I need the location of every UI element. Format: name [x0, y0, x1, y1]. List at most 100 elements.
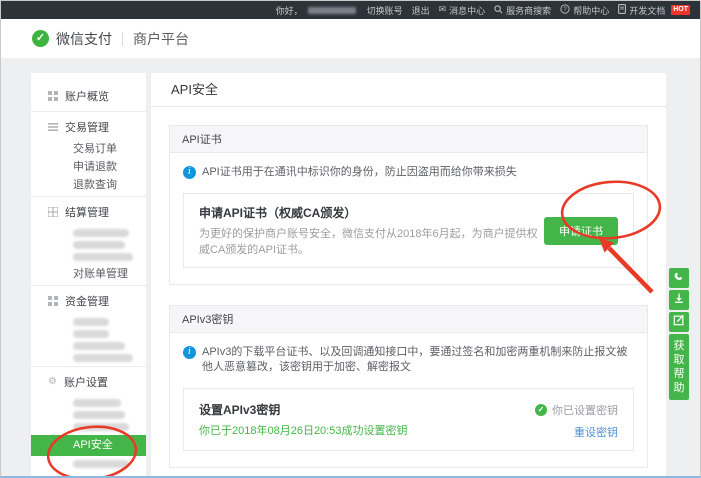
message-center-link[interactable]: ✉ 消息中心 [439, 4, 486, 17]
phone-icon [673, 269, 685, 287]
sp-search-label: 服务商搜索 [506, 4, 551, 17]
sidebar-item-redacted[interactable] [73, 229, 129, 237]
main-panel: API安全 API证书 i API证书用于在通讯中标识你的身份，防止因盗用而给你… [151, 73, 666, 476]
sidebar-group-settlement: 结算管理 对账单管理 [31, 196, 146, 283]
info-note: i API证书用于在通讯中标识你的身份，防止因盗用而给你带来损失 [183, 165, 634, 180]
sidebar-item-redacted[interactable] [73, 330, 109, 338]
reset-key-link[interactable]: 重设密钥 [535, 424, 618, 440]
info-text: API证书用于在通讯中标识你的身份，防止因盗用而给你带来损失 [202, 165, 517, 180]
account-number-redacted [308, 7, 356, 14]
help-center-link[interactable]: ? 帮助中心 [560, 4, 609, 17]
download-icon [673, 291, 685, 309]
section-header-api-cert: API证书 [169, 125, 648, 153]
sidebar-group-transactions: 交易管理 交易订单 申请退款 退款查询 [31, 111, 146, 194]
apply-cert-title: 申请API证书（权威CA颁发） [199, 204, 544, 221]
sidebar-item-account-overview[interactable]: 账户概览 [31, 83, 146, 109]
sidebar-item-statement-mgmt[interactable]: 对账单管理 [31, 265, 146, 283]
floating-help-bar: 获取帮助 [669, 268, 689, 400]
sidebar-group-label: 账户设置 [64, 374, 108, 390]
apiv3-key-status: ✓ 你已设置密钥 重设密钥 [535, 399, 618, 440]
info-icon: i [183, 166, 196, 179]
sidebar: 账户概览 交易管理 交易订单 申请退款 退款查询 [31, 73, 146, 476]
help-center-label: 帮助中心 [573, 4, 609, 17]
info-text: APIv3的下载平台证书、以及回调通知接口中，要通过签名和加密两重机制来防止报文… [202, 345, 634, 375]
message-center-label: 消息中心 [449, 4, 485, 17]
document-icon [618, 4, 626, 16]
sidebar-group-funds: 资金管理 [31, 285, 146, 362]
sidebar-item-redacted[interactable] [73, 411, 125, 419]
list-icon [48, 122, 58, 132]
search-icon [494, 5, 503, 16]
sidebar-group-label: 资金管理 [65, 293, 109, 309]
sidebar-item-account-settings[interactable]: ⚙ 账户设置 [31, 369, 146, 395]
sidebar-item-api-security[interactable]: API安全 [31, 435, 146, 456]
sidebar-group-account-settings: ⚙ 账户设置 API安全 [31, 366, 146, 468]
sidebar-item-apply-refund[interactable]: 申请退款 [31, 158, 146, 176]
section-apiv3-key: APIv3密钥 i APIv3的下载平台证书、以及回调通知接口中，要通过签名和加… [169, 305, 648, 468]
sidebar-item-trade-orders[interactable]: 交易订单 [31, 140, 146, 158]
grid-icon [48, 296, 58, 306]
topbar: 你好， 切换账号 退出 ✉ 消息中心 服务商搜索 ? 帮助中心 开发文档 HOT [1, 1, 700, 19]
sidebar-item-settlement-mgmt[interactable]: 结算管理 [31, 199, 146, 225]
edit-icon-button[interactable] [669, 312, 689, 332]
download-icon-button[interactable] [669, 290, 689, 310]
info-note: i APIv3的下载平台证书、以及回调通知接口中，要通过签名和加密两重机制来防止… [183, 345, 634, 375]
apply-cert-text: 申请API证书（权威CA颁发） 为更好的保护商户账号安全，微信支付从2018年6… [199, 204, 544, 257]
sidebar-group-label: 交易管理 [65, 119, 109, 135]
sidebar-item-redacted[interactable] [73, 423, 129, 431]
brand-title: 微信支付 [56, 29, 112, 49]
dev-docs-link[interactable]: 开发文档 HOT [618, 4, 690, 17]
grid-icon [48, 207, 58, 217]
sidebar-group-label: 结算管理 [65, 204, 109, 220]
apiv3-key-card: 设置APIv3密钥 你已于2018年08月26日20:53成功设置密钥 ✓ 你已… [183, 388, 634, 451]
edit-icon [673, 313, 685, 331]
logout-link[interactable]: 退出 [412, 4, 430, 17]
info-icon: i [183, 346, 196, 359]
brand-header: ✓ 微信支付 商户平台 [1, 19, 700, 58]
page-title: API安全 [151, 73, 666, 107]
svg-text:?: ? [563, 6, 567, 13]
switch-account-link[interactable]: 切换账号 [367, 4, 403, 17]
section-body-api-cert: i API证书用于在通讯中标识你的身份，防止因盗用而给你带来损失 申请API证书… [169, 153, 648, 285]
sidebar-item-redacted[interactable] [73, 241, 125, 249]
workspace: 账户概览 交易管理 交易订单 申请退款 退款查询 [1, 58, 700, 476]
gear-icon: ⚙ [48, 377, 57, 387]
sidebar-item-redacted[interactable] [73, 318, 109, 326]
section-header-apiv3-key: APIv3密钥 [169, 305, 648, 333]
apiv3-key-set-time: 你已于2018年08月26日20:53成功设置密钥 [199, 422, 407, 438]
mail-icon: ✉ [439, 5, 447, 15]
check-circle-icon: ✓ [535, 404, 547, 416]
wechat-pay-logo-icon: ✓ [32, 30, 49, 47]
sidebar-item-redacted[interactable] [73, 460, 129, 468]
status-badge-label: 你已设置密钥 [552, 402, 618, 418]
greeting-label: 你好， [276, 4, 303, 17]
dev-docs-label: 开发文档 [629, 4, 665, 17]
sidebar-item-transaction-mgmt[interactable]: 交易管理 [31, 114, 146, 140]
portal-title: 商户平台 [133, 29, 189, 49]
sidebar-item-redacted[interactable] [73, 399, 121, 407]
apply-cert-button[interactable]: 申请证书 [544, 217, 618, 245]
grid-icon [48, 91, 58, 101]
section-api-cert: API证书 i API证书用于在通讯中标识你的身份，防止因盗用而给你带来损失 申… [169, 125, 648, 285]
apiv3-key-text: 设置APIv3密钥 你已于2018年08月26日20:53成功设置密钥 [199, 401, 407, 438]
sp-search-link[interactable]: 服务商搜索 [494, 4, 551, 17]
apply-cert-card: 申请API证书（权威CA颁发） 为更好的保护商户账号安全，微信支付从2018年6… [183, 193, 634, 268]
hot-badge: HOT [671, 5, 690, 15]
question-icon: ? [560, 4, 570, 16]
sidebar-item-redacted[interactable] [73, 253, 133, 261]
get-help-button[interactable]: 获取帮助 [669, 334, 689, 400]
sidebar-group-account-overview: 账户概览 [31, 83, 146, 109]
sidebar-item-refund-query[interactable]: 退款查询 [31, 176, 146, 194]
sidebar-item-redacted[interactable] [73, 342, 125, 350]
greeting: 你好， [276, 4, 358, 17]
sidebar-item-funds-mgmt[interactable]: 资金管理 [31, 288, 146, 314]
status-badge: ✓ 你已设置密钥 [535, 402, 618, 418]
brand-divider [122, 32, 123, 46]
apply-cert-desc: 为更好的保护商户账号安全，微信支付从2018年6月起，为商户提供权威CA颁发的A… [199, 225, 544, 257]
screen: 你好， 切换账号 退出 ✉ 消息中心 服务商搜索 ? 帮助中心 开发文档 HOT [0, 0, 701, 478]
section-body-apiv3-key: i APIv3的下载平台证书、以及回调通知接口中，要通过签名和加密两重机制来防止… [169, 333, 648, 468]
phone-icon-button[interactable] [669, 268, 689, 288]
sidebar-group-label: 账户概览 [65, 88, 109, 104]
sidebar-item-redacted[interactable] [73, 354, 133, 362]
apiv3-key-title: 设置APIv3密钥 [199, 401, 407, 418]
